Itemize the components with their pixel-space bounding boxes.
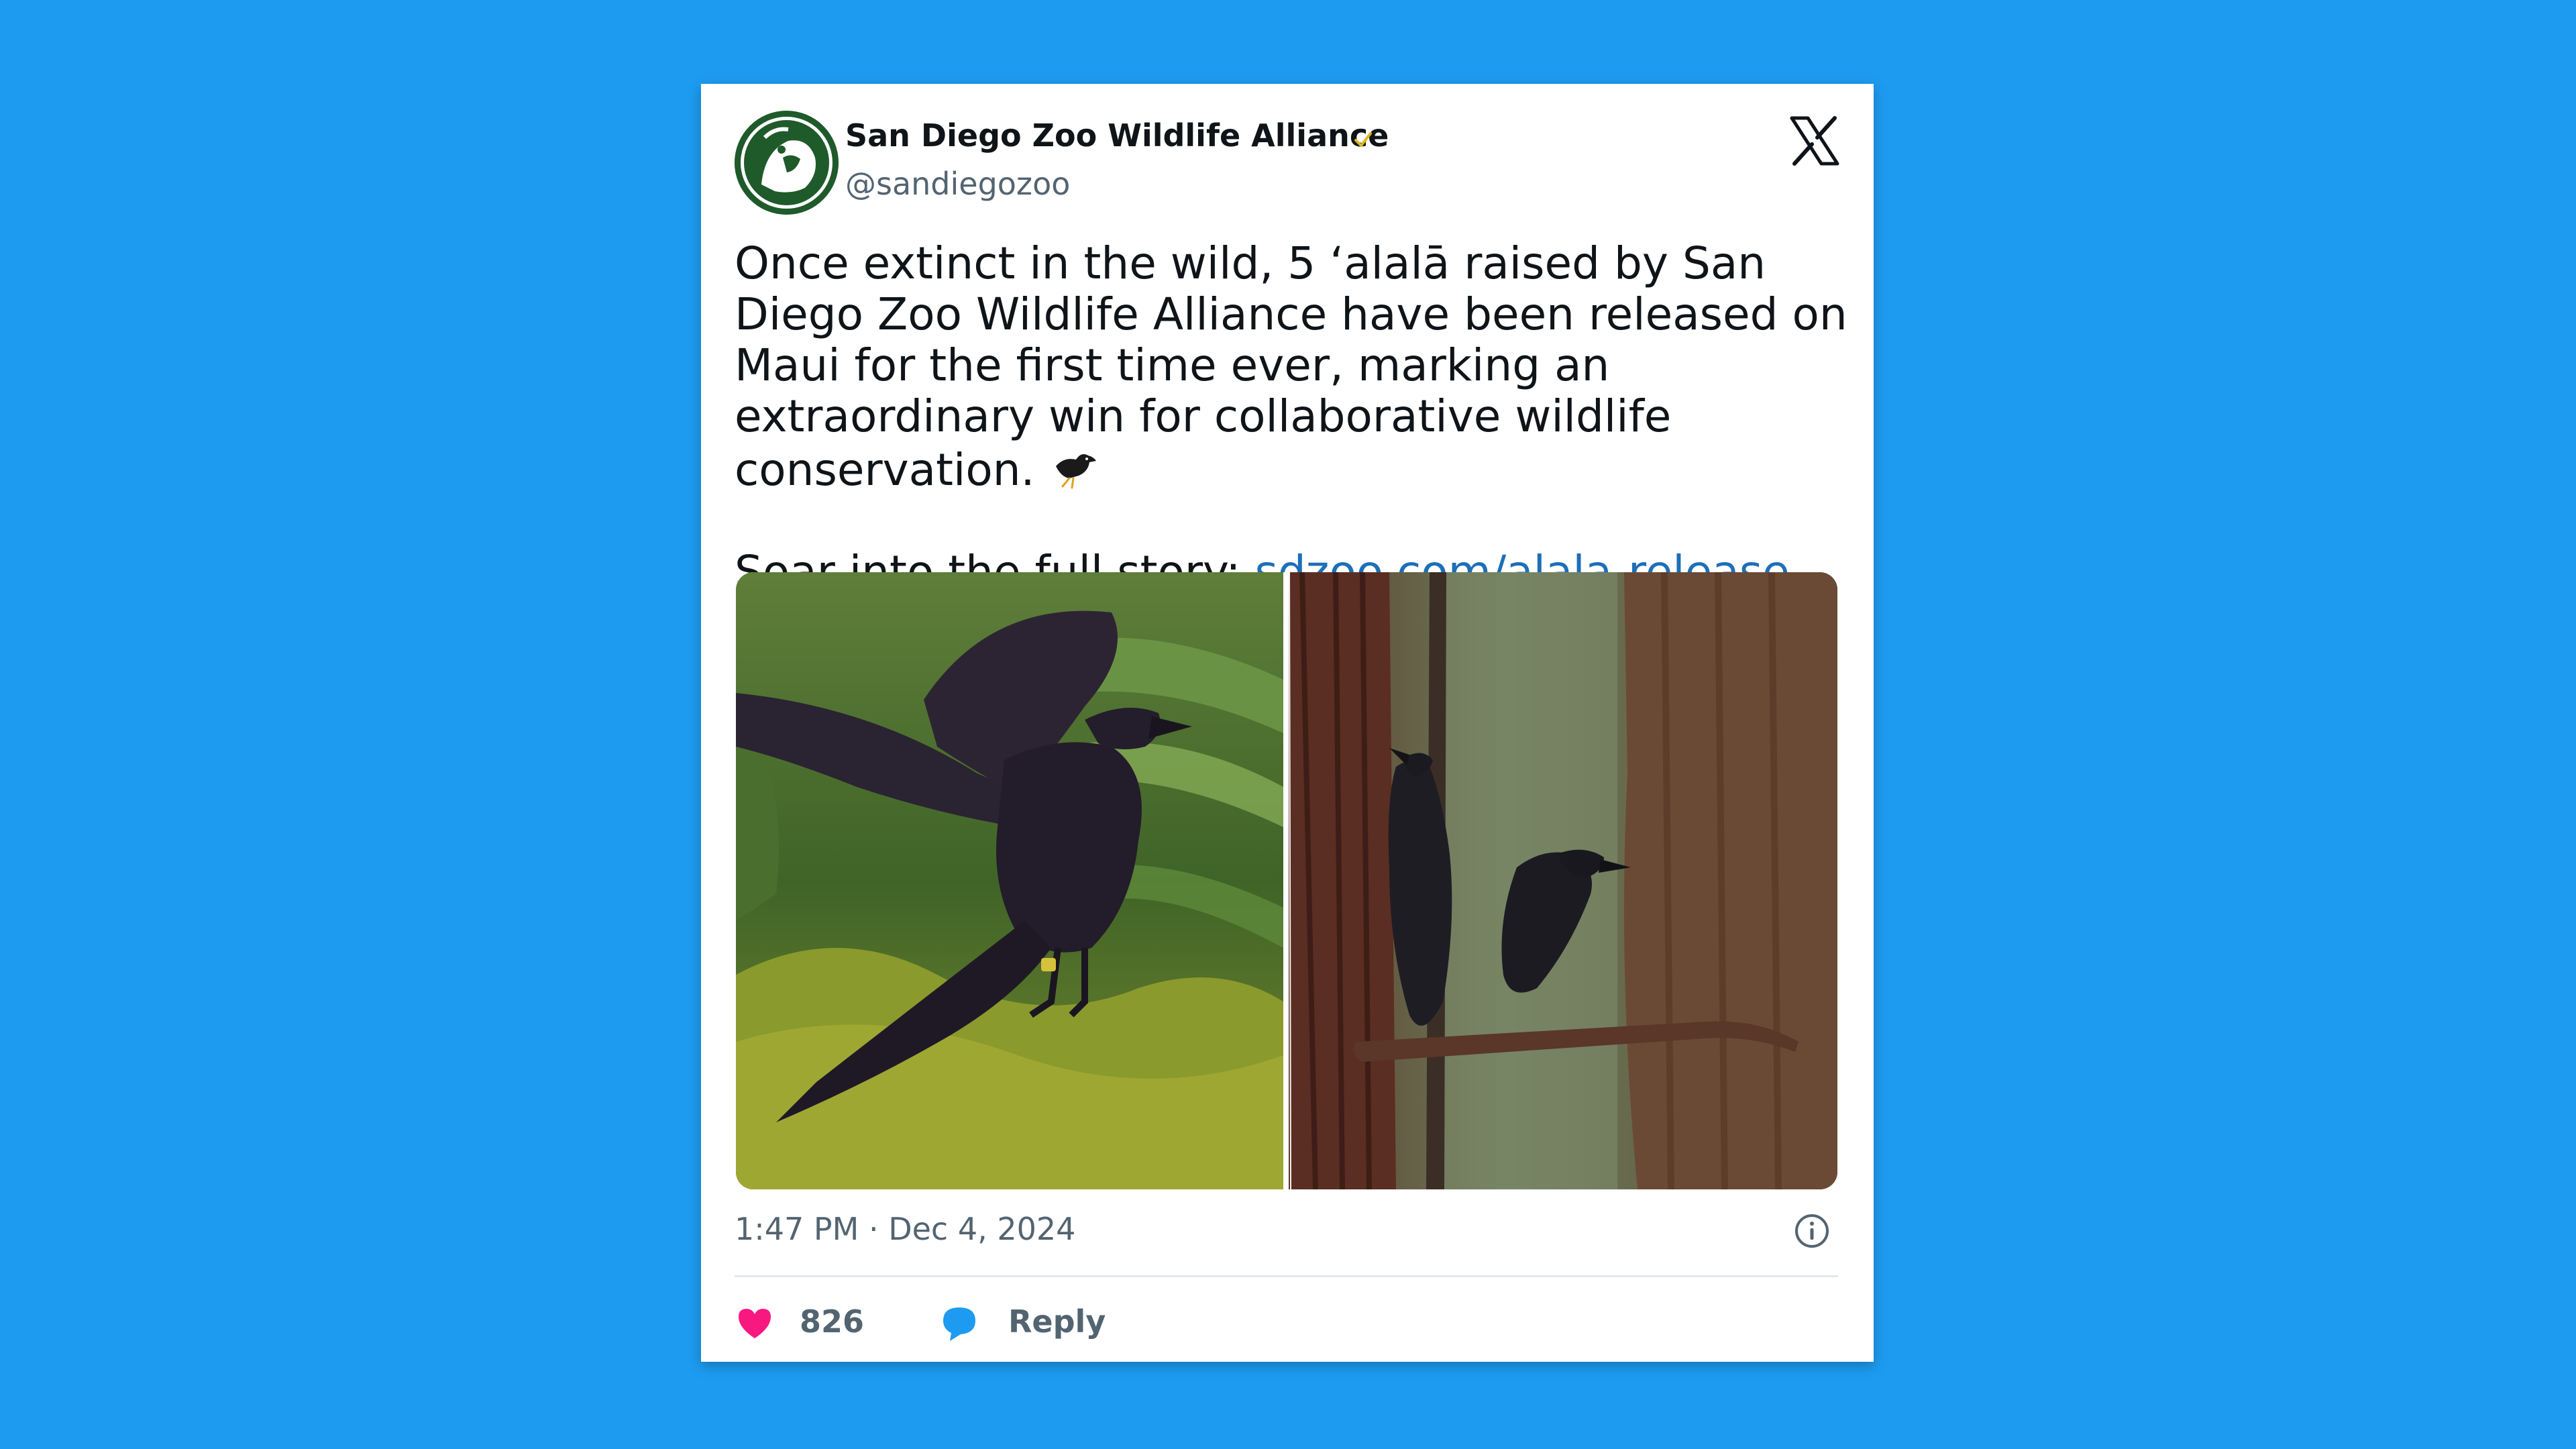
author-name[interactable]: San Diego Zoo Wildlife Alliance — [845, 117, 1389, 154]
black-bird-emoji — [1055, 454, 1096, 489]
heart-icon[interactable] — [735, 1303, 775, 1344]
photo-crow-wings-spread[interactable] — [736, 572, 1283, 1189]
divider — [735, 1275, 1838, 1277]
author-handle[interactable]: @sandiegozoo — [845, 166, 1070, 202]
photo-two-crows-perched[interactable] — [1289, 572, 1837, 1189]
tweet-body: Once extinct in the wild, 5 ‘alalā raise… — [735, 237, 1847, 496]
tweet-text: Once extinct in the wild, 5 ‘alalā raise… — [735, 238, 1848, 598]
x-logo-icon[interactable] — [1788, 114, 1841, 168]
media-gallery[interactable] — [736, 572, 1837, 1189]
verified-badge-icon — [1354, 132, 1372, 147]
reply-bubble-icon[interactable] — [939, 1303, 979, 1344]
tweet-card: San Diego Zoo Wildlife Alliance @sandieg… — [701, 84, 1874, 1362]
info-icon[interactable] — [1793, 1212, 1831, 1250]
tweet-timestamp[interactable]: 1:47 PM · Dec 4, 2024 — [735, 1211, 1075, 1247]
avatar[interactable] — [735, 111, 839, 215]
reply-button[interactable]: Reply — [1008, 1303, 1106, 1340]
like-count[interactable]: 826 — [800, 1303, 864, 1340]
